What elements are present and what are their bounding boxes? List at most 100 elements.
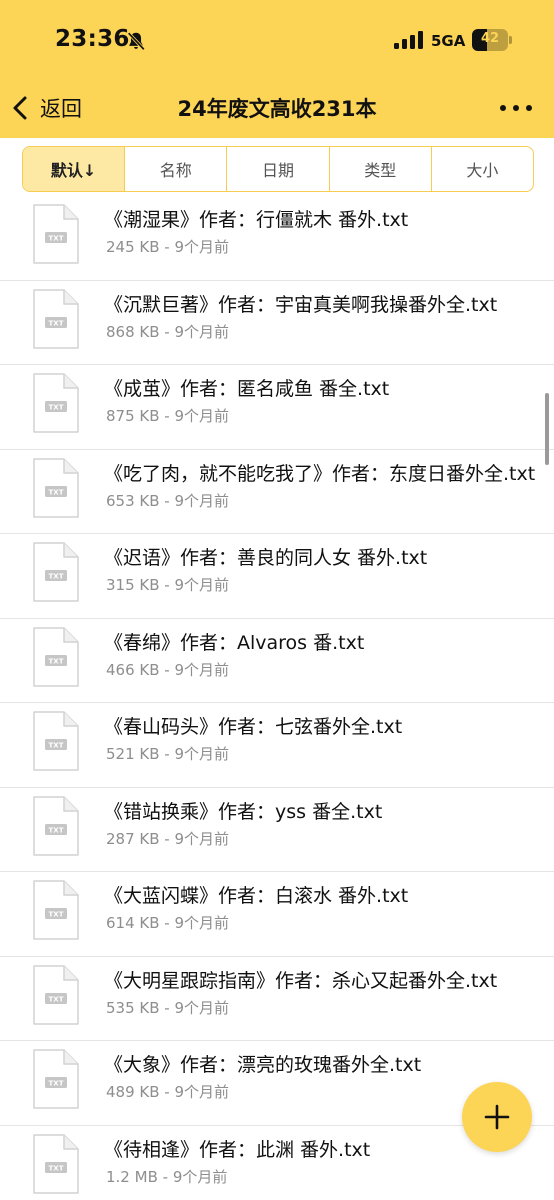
page-title: 24年废文高收231本: [177, 97, 377, 121]
file-row[interactable]: TXT 《大明星跟踪指南》作者：杀心又起番外全.txt 535 KB - 9个月前: [0, 957, 554, 1041]
status-time: 23:36: [55, 26, 130, 52]
file-meta: 653 KB - 9个月前: [106, 490, 229, 511]
file-name: 《春绵》作者：Alvaros 番.txt: [104, 631, 365, 654]
file-meta: 315 KB - 9个月前: [106, 574, 229, 595]
file-size: 875 KB: [106, 407, 160, 425]
file-meta: 1.2 MB - 9个月前: [106, 1166, 227, 1187]
file-date: 9个月前: [174, 322, 230, 341]
meta-separator: -: [159, 914, 175, 932]
plus-icon: [484, 1104, 510, 1130]
txt-file-icon: TXT: [33, 626, 79, 687]
meta-separator: -: [159, 1083, 175, 1101]
file-meta: 466 KB - 9个月前: [106, 659, 229, 680]
file-row[interactable]: TXT 《迟语》作者：善良的同人女 番外.txt 315 KB - 9个月前: [0, 534, 554, 619]
back-label: 返回: [40, 97, 82, 121]
bell-slash-icon: [127, 32, 145, 51]
sort-tab[interactable]: 大小: [432, 147, 533, 191]
sort-tab[interactable]: 类型: [330, 147, 432, 191]
file-type-label: TXT: [49, 1080, 64, 1088]
file-type-label: TXT: [49, 657, 64, 665]
file-name: 《沉默巨著》作者：宇宙真美啊我操番外全.txt: [104, 293, 498, 316]
txt-file-icon: TXT: [33, 711, 79, 771]
file-row[interactable]: TXT 《春山码头》作者：七弦番外全.txt 521 KB - 9个月前: [0, 703, 554, 788]
file-list: TXT 《潮湿果》作者：行僵就木 番外.txt 245 KB - 9个月前 TXT 《沉…: [0, 196, 554, 1200]
file-size: 521 KB: [106, 745, 160, 763]
txt-file-icon: TXT: [33, 1049, 79, 1109]
sort-tab[interactable]: 日期: [227, 147, 330, 191]
status-bar: 23:36 5GA 42: [0, 0, 554, 84]
file-meta: 875 KB - 9个月前: [106, 405, 229, 426]
file-size: 653 KB: [106, 491, 160, 510]
txt-file-icon: TXT: [33, 1133, 79, 1194]
top-bar: 23:36 5GA 42 返回 24年废文高收231本: [0, 0, 554, 138]
battery-icon: 42: [472, 29, 512, 51]
file-size: 466 KB: [106, 660, 160, 679]
txt-file-icon: TXT: [33, 457, 79, 518]
file-meta: 245 KB - 9个月前: [106, 236, 229, 257]
file-date: 9个月前: [174, 745, 230, 763]
file-date: 9个月前: [172, 1167, 228, 1186]
back-button[interactable]: 返回: [10, 90, 82, 126]
network-type: 5GA: [431, 32, 466, 50]
file-date: 9个月前: [174, 407, 230, 425]
txt-file-icon: TXT: [33, 542, 79, 602]
file-meta: 287 KB - 9个月前: [106, 828, 229, 849]
meta-separator: -: [159, 407, 175, 425]
file-type-label: TXT: [49, 319, 64, 327]
meta-separator: -: [159, 660, 175, 679]
file-type-label: TXT: [49, 404, 64, 412]
file-type-label: TXT: [49, 742, 64, 750]
file-row[interactable]: TXT 《春绵》作者：Alvaros 番.txt 466 KB - 9个月前: [0, 619, 554, 703]
file-size: 287 KB: [106, 829, 160, 848]
file-name: 《潮湿果》作者：行僵就木 番外.txt: [104, 209, 409, 231]
file-type-label: TXT: [49, 911, 64, 919]
txt-file-icon: TXT: [33, 795, 79, 856]
meta-separator: -: [159, 238, 175, 256]
file-type-label: TXT: [49, 826, 64, 834]
battery-level: 42: [480, 31, 500, 46]
file-type-label: TXT: [49, 235, 64, 243]
txt-file-icon: TXT: [33, 880, 79, 940]
file-type-label: TXT: [49, 1164, 64, 1172]
file-row[interactable]: TXT 《吃了肉，就不能吃我了》作者：东度日番外全.txt 653 KB - 9个月…: [0, 450, 554, 534]
file-type-label: TXT: [49, 573, 64, 581]
txt-file-icon: TXT: [33, 964, 79, 1025]
file-row[interactable]: TXT 《大蓝闪蝶》作者：白滚水 番外.txt 614 KB - 9个月前: [0, 872, 554, 957]
file-date: 9个月前: [174, 998, 230, 1017]
file-size: 489 KB: [106, 1083, 160, 1101]
file-size: 1.2 MB: [106, 1167, 158, 1186]
file-row[interactable]: TXT 《成茧》作者：匿名咸鱼 番全.txt 875 KB - 9个月前: [0, 365, 554, 450]
battery-body: 42: [472, 29, 508, 51]
meta-separator: -: [159, 829, 175, 848]
file-name: 《大蓝闪蝶》作者：白滚水 番外.txt: [104, 885, 409, 907]
signal-icon: [394, 31, 423, 49]
file-row[interactable]: TXT 《沉默巨著》作者：宇宙真美啊我操番外全.txt 868 KB - 9个月前: [0, 281, 554, 365]
file-meta: 521 KB - 9个月前: [106, 743, 229, 764]
meta-separator: -: [159, 576, 175, 594]
add-button[interactable]: [462, 1082, 532, 1152]
file-meta: 868 KB - 9个月前: [106, 321, 229, 342]
file-date: 9个月前: [174, 660, 230, 679]
meta-separator: -: [159, 322, 175, 341]
file-name: 《吃了肉，就不能吃我了》作者：东度日番外全.txt: [104, 462, 536, 485]
more-icon-dot: [513, 105, 519, 111]
file-meta: 535 KB - 9个月前: [106, 997, 229, 1018]
file-row[interactable]: TXT 《错站换乘》作者：yss 番全.txt 287 KB - 9个月前: [0, 788, 554, 872]
file-row[interactable]: TXT 《潮湿果》作者：行僵就木 番外.txt 245 KB - 9个月前: [0, 196, 554, 281]
file-size: 614 KB: [106, 914, 160, 932]
file-date: 9个月前: [174, 238, 230, 256]
file-size: 535 KB: [106, 998, 160, 1017]
sort-tab[interactable]: 默认↓: [23, 147, 126, 191]
file-date: 9个月前: [174, 914, 230, 932]
navigation-bar: 返回 24年废文高收231本: [0, 84, 554, 134]
txt-file-icon: TXT: [33, 204, 79, 264]
file-name: 《大明星跟踪指南》作者：杀心又起番外全.txt: [104, 969, 498, 992]
sort-tab[interactable]: 名称: [125, 147, 228, 191]
file-size: 245 KB: [106, 238, 160, 256]
scrollbar[interactable]: [545, 393, 549, 465]
sort-bar: 默认↓ 名称 日期 类型 大小: [22, 146, 534, 192]
txt-file-icon: TXT: [33, 288, 79, 349]
more-button[interactable]: [496, 95, 536, 121]
file-type-label: TXT: [49, 995, 64, 1003]
meta-separator: -: [157, 1167, 173, 1186]
